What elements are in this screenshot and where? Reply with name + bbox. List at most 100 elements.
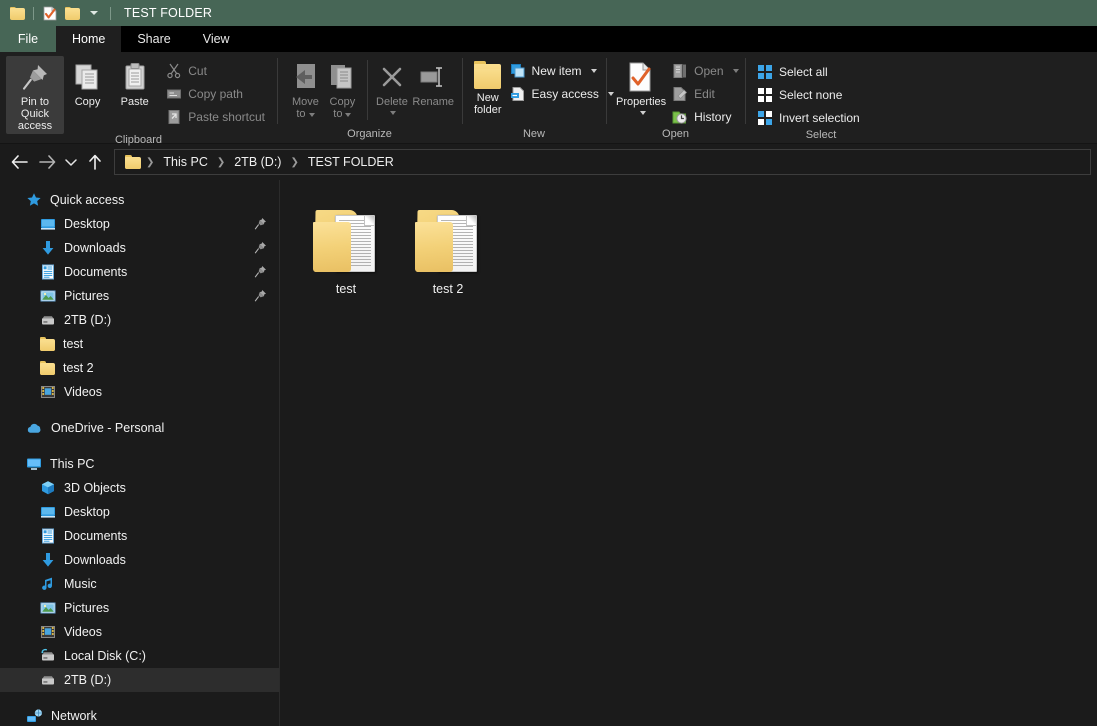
sidebar-item-videos-pc[interactable]: Videos [0,620,279,644]
pin-icon[interactable] [254,265,267,278]
star-icon [27,193,41,206]
easy-access-label: Easy access [531,87,599,101]
sidebar-label: Downloads [64,553,126,567]
network-icon [27,709,42,722]
back-arrow-icon [11,155,28,169]
sidebar-item-this-pc[interactable]: This PC [0,452,279,476]
documents-icon [42,264,54,280]
breadcrumb-item-test-folder[interactable]: TEST FOLDER [302,153,400,171]
qat-new-folder-icon[interactable] [61,2,83,24]
open-icon [673,64,687,78]
sidebar-item-3d-objects[interactable]: 3D Objects [0,476,279,500]
3d-objects-icon [42,481,54,495]
select-none-button[interactable]: Select none [755,84,866,106]
sidebar-item-pictures[interactable]: Pictures [0,284,279,308]
copy-path-icon [167,89,182,99]
back-button[interactable] [6,149,32,175]
properties-icon [43,6,57,20]
select-all-button[interactable]: Select all [755,61,866,83]
invert-selection-button[interactable]: Invert selection [755,107,866,129]
paste-shortcut-button[interactable]: Paste shortcut [164,106,271,128]
sidebar-item-documents[interactable]: Documents [0,260,279,284]
copy-to-icon [331,65,352,89]
file-item-test-2[interactable]: test 2 [406,198,490,300]
copy-to-button[interactable]: Copy to [324,56,361,122]
copy-label: Copy [74,96,101,108]
paste-label: Paste [120,96,149,108]
sidebar-label: Pictures [64,289,110,303]
breadcrumb[interactable]: ❯ This PC ❯ 2TB (D:) ❯ TEST FOLDER [114,149,1091,175]
edit-button[interactable]: Edit [670,83,744,105]
documents-icon [42,528,54,544]
history-icon [672,111,687,124]
cut-button[interactable]: Cut [164,60,271,82]
organize-divider [366,60,368,120]
delete-icon [382,67,402,87]
pin-icon[interactable] [254,217,267,230]
ribbon-group-organize: Move to Copy to Delete Rename Organize [277,52,462,144]
properties-button[interactable]: Properties [614,56,668,117]
sidebar-item-documents-pc[interactable]: Documents [0,524,279,548]
delete-label: Delete [376,96,408,108]
desktop-icon [41,219,55,230]
tab-view[interactable]: View [187,26,246,52]
breadcrumb-folder-icon [125,155,141,169]
sidebar-item-downloads[interactable]: Downloads [0,236,279,260]
qat-separator-2 [110,6,111,20]
customize-qat-chevron-icon[interactable] [83,2,105,24]
pin-icon[interactable] [254,241,267,254]
sidebar-item-pictures-pc[interactable]: Pictures [0,596,279,620]
file-list-view[interactable]: test test 2 [280,180,1097,726]
sidebar-item-network[interactable]: Network [0,704,279,726]
file-item-test[interactable]: test [304,198,388,300]
sidebar-item-onedrive[interactable]: OneDrive - Personal [0,416,279,440]
pin-to-quick-access-button[interactable]: Pin to Quick access [6,56,64,134]
paste-shortcut-icon [168,110,180,124]
sidebar-label: Pictures [64,601,110,615]
sidebar-item-quick-access[interactable]: Quick access [0,188,279,212]
sidebar-item-desktop[interactable]: Desktop [0,212,279,236]
sidebar-item-2tb-d[interactable]: 2TB (D:) [0,668,279,692]
new-folder-button[interactable]: New folder [472,56,504,118]
move-to-button[interactable]: Move to [287,56,324,122]
breadcrumb-item-2tb-d[interactable]: 2TB (D:) [228,153,287,171]
copy-button[interactable]: Copy [64,56,111,110]
forward-button[interactable] [34,149,60,175]
up-button[interactable] [82,149,108,175]
open-button[interactable]: Open [670,60,744,82]
sidebar-item-local-disk-c[interactable]: Local Disk (C:) [0,644,279,668]
navigation-pane[interactable]: Quick access Desktop Downloads Documents… [0,180,280,726]
breadcrumb-item-this-pc[interactable]: This PC [157,153,213,171]
qat-folder-icon[interactable] [6,2,28,24]
sidebar-item-desktop-pc[interactable]: Desktop [0,500,279,524]
tab-share[interactable]: Share [121,26,186,52]
tab-file[interactable]: File [0,26,56,52]
folder-icon [40,337,55,351]
history-button[interactable]: History [670,106,744,128]
copy-path-button[interactable]: Copy path [164,83,271,105]
pin-icon[interactable] [254,289,267,302]
new-item-button[interactable]: New item [508,60,620,82]
select-all-label: Select all [779,65,828,79]
sidebar-item-downloads-pc[interactable]: Downloads [0,548,279,572]
recent-locations-button[interactable] [62,149,80,175]
group-label-select: Select [805,129,837,141]
sidebar-item-videos-quick[interactable]: Videos [0,380,279,404]
sidebar-item-test-2[interactable]: test 2 [0,356,279,380]
sidebar-item-2tb-d-quick[interactable]: 2TB (D:) [0,308,279,332]
delete-button[interactable]: Delete [374,56,411,117]
paste-button[interactable]: Paste [111,56,158,110]
easy-access-button[interactable]: Easy access [508,83,620,105]
tab-home[interactable]: Home [56,26,122,52]
drive-icon [42,676,54,685]
sidebar-item-test[interactable]: test [0,332,279,356]
sidebar-item-music[interactable]: Music [0,572,279,596]
pictures-icon [40,602,56,614]
rename-button[interactable]: Rename [410,56,456,110]
move-to-icon [296,64,316,88]
breadcrumb-separator: ❯ [146,156,155,168]
ribbon-group-select: Select all Select none Invert selection … [745,52,897,144]
qat-properties-icon[interactable] [39,2,61,24]
